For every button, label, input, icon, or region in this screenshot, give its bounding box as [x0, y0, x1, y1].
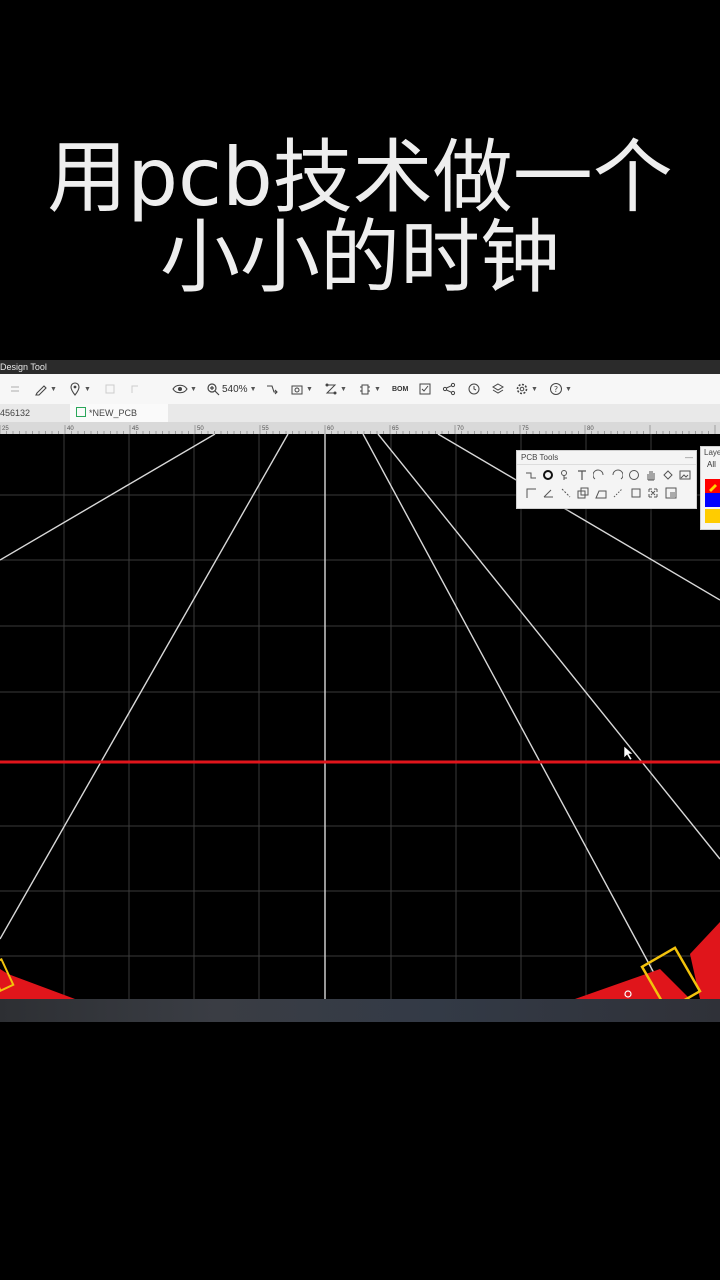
- eye-icon: [172, 384, 188, 394]
- arc-icon[interactable]: [592, 467, 607, 483]
- tab-new-pcb-label: *NEW_PCB: [89, 408, 138, 418]
- copy-icon[interactable]: [576, 485, 592, 501]
- pcb-tools-row-1: [517, 465, 696, 483]
- tab-project[interactable]: 456132: [0, 404, 72, 422]
- tab-project-label: 456132: [0, 408, 31, 418]
- ruler-label: 25: [2, 426, 9, 432]
- fit-button[interactable]: [265, 380, 279, 398]
- region-icon[interactable]: [661, 467, 676, 483]
- main-toolbar: ▼ ▼ ▼ 540% ▼ ▼ ▼ ▼ BOM ▼ ? ▼: [0, 374, 720, 405]
- layers-panel: Layer All: [700, 446, 720, 530]
- pencil-icon: [709, 484, 717, 492]
- taskbar: [0, 999, 720, 1022]
- ratsnest-lines: [0, 433, 720, 1000]
- rect-icon[interactable]: [628, 485, 644, 501]
- ruler-label: 65: [392, 426, 399, 432]
- history-button[interactable]: [467, 380, 481, 398]
- ruler-label: 45: [132, 426, 139, 432]
- history-icon: [468, 383, 480, 395]
- component-button[interactable]: ▼: [358, 380, 381, 398]
- fit-icon: [267, 385, 278, 395]
- pencil-tool-button[interactable]: ▼: [34, 380, 57, 398]
- arc2-icon[interactable]: [609, 467, 624, 483]
- ruler-label: 60: [327, 426, 334, 432]
- pcb-drawing: [0, 433, 720, 1012]
- pcb-canvas[interactable]: [0, 433, 720, 1012]
- view-button[interactable]: ▼: [172, 380, 197, 398]
- text-icon[interactable]: [575, 467, 590, 483]
- share-button[interactable]: [442, 380, 456, 398]
- via-icon[interactable]: [540, 467, 555, 483]
- panel-menu-icon[interactable]: —: [685, 451, 693, 464]
- solid-icon[interactable]: [593, 485, 609, 501]
- pan-icon[interactable]: [643, 467, 658, 483]
- image-icon[interactable]: [678, 467, 693, 483]
- canvas-icon[interactable]: [663, 485, 679, 501]
- screenshot-button[interactable]: ▼: [290, 380, 313, 398]
- dim-icon[interactable]: [558, 485, 574, 501]
- tab-new-pcb[interactable]: *NEW_PCB: [70, 404, 168, 422]
- zoom-level: 540%: [222, 383, 248, 395]
- component-icon: [360, 384, 370, 395]
- place-tool-button[interactable]: ▼: [68, 380, 91, 398]
- select-icon[interactable]: [646, 485, 662, 501]
- pcb-tools-title: PCB Tools: [521, 453, 559, 462]
- settings-button[interactable]: ▼: [515, 380, 538, 398]
- ruler-label: 50: [197, 426, 204, 432]
- layer-top-swatch[interactable]: [705, 479, 720, 493]
- disabled-tool-icon: [103, 380, 117, 398]
- ruler-label: 40: [67, 426, 74, 432]
- pcb-file-icon: [76, 407, 86, 417]
- check-icon: [419, 383, 431, 395]
- undo-icon[interactable]: [8, 380, 22, 398]
- layer-bottom-swatch[interactable]: [705, 493, 720, 507]
- ruler-label: 75: [522, 426, 529, 432]
- layers-title: Layer: [704, 448, 720, 457]
- help-button[interactable]: ? ▼: [549, 380, 572, 398]
- pcb-tools-panel: PCB Tools —: [516, 450, 697, 509]
- grid: [0, 434, 720, 999]
- disabled-tool-icon-2: [128, 380, 142, 398]
- bom-button[interactable]: BOM: [392, 380, 408, 398]
- share-icon: [442, 382, 456, 396]
- ruler-label: 80: [587, 426, 594, 432]
- layers-icon: [492, 383, 504, 394]
- ruler-label: 55: [262, 426, 269, 432]
- layers-all-label[interactable]: All: [701, 459, 720, 471]
- window-title: Design Tool: [0, 360, 720, 374]
- pcb-tools-row-2: [517, 483, 696, 501]
- horizontal-ruler: 25 40 45 50 55 60 65 70 75 80: [0, 422, 720, 435]
- ruler-label: 70: [457, 426, 464, 432]
- pad-icon[interactable]: [557, 467, 572, 483]
- route-button[interactable]: ▼: [324, 380, 347, 398]
- document-tabs: 456132 *NEW_PCB: [0, 404, 720, 422]
- help-icon: ?: [550, 383, 562, 395]
- track-icon[interactable]: [523, 467, 538, 483]
- svg-text:?: ?: [554, 385, 558, 394]
- angle-icon[interactable]: [541, 485, 557, 501]
- check-button[interactable]: [418, 380, 432, 398]
- corner-icon[interactable]: [523, 485, 539, 501]
- circle-icon[interactable]: [626, 467, 641, 483]
- gear-icon: [516, 383, 528, 395]
- zoom-control[interactable]: 540% ▼: [206, 380, 257, 398]
- dash-icon[interactable]: [611, 485, 627, 501]
- layers-button[interactable]: [491, 380, 505, 398]
- zoom-icon: [207, 383, 220, 396]
- layer-silk-swatch[interactable]: [705, 509, 720, 523]
- pencil-icon: [35, 385, 47, 396]
- caption-line-2: 小小的时钟: [160, 211, 560, 304]
- location-pin-icon: [70, 382, 80, 396]
- camera-icon: [291, 385, 303, 395]
- route-icon: [325, 383, 337, 395]
- caption-line-1: 用pcb技术做一个: [47, 131, 673, 224]
